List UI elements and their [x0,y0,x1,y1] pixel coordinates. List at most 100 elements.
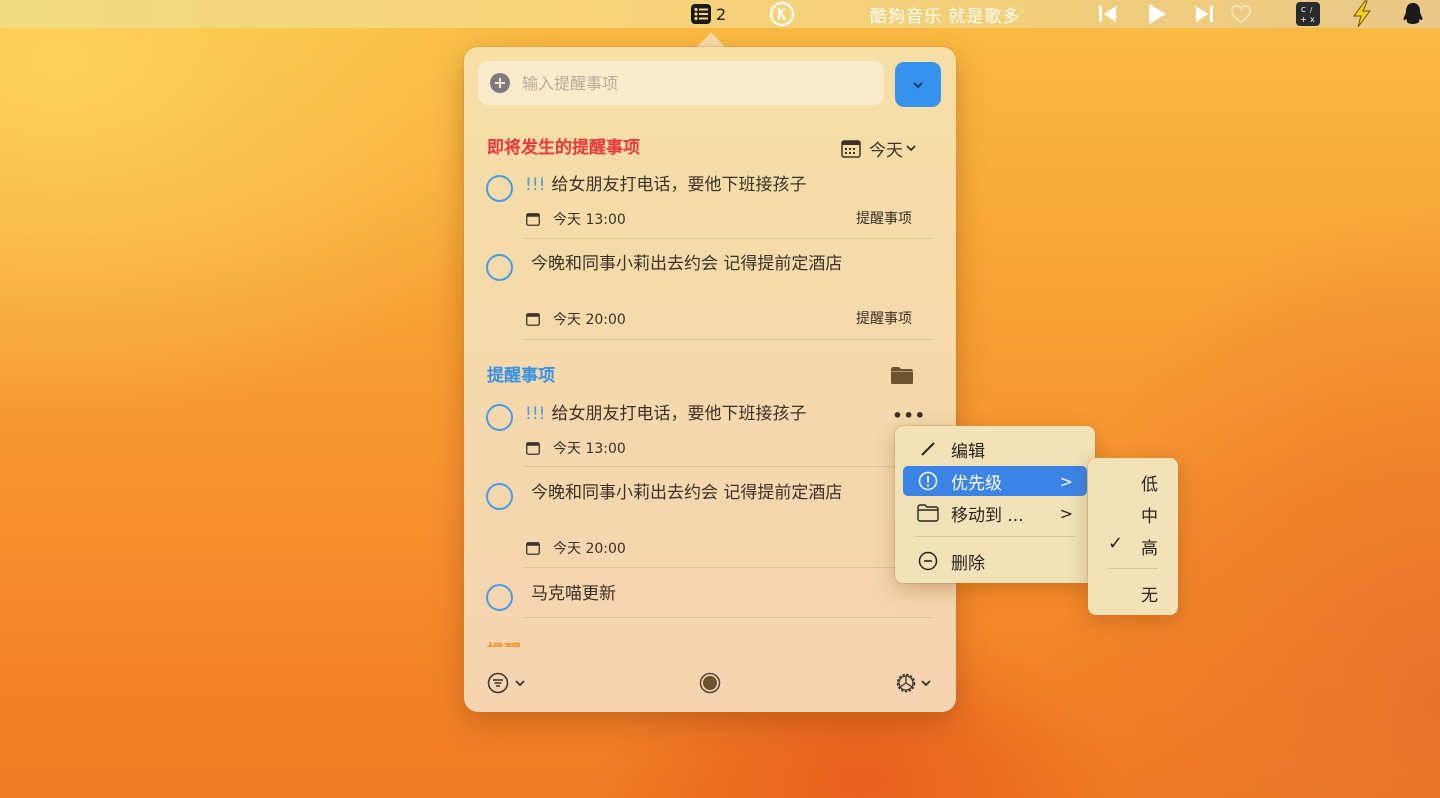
task-title-text: 今晚和同事小莉出去约会 记得提前定酒店 [531,483,843,503]
task-due: 今天 13:00 [526,438,626,458]
task-title[interactable]: 马克喵更新 [525,583,855,606]
menu-item-edit[interactable]: 编辑 [903,434,1087,464]
menu-item-delete[interactable]: 删除 [903,546,1087,576]
priority-medium[interactable]: 中 [1141,502,1158,527]
due-text: 今天 13:00 [553,441,626,457]
next-section-title: 提醒 [487,637,521,647]
task-title[interactable]: !!! 给女朋友打电话，要他下班接孩子 [525,403,855,426]
previous-track-icon[interactable] [1097,0,1119,28]
bottom-toolbar [464,652,956,712]
divider [524,339,932,340]
calculator-icon[interactable]: C / + x [1296,0,1320,28]
new-reminder-input[interactable] [522,73,862,93]
task-list-name: 提醒事项 [856,311,912,327]
svg-text:+: + [1300,15,1307,24]
reminders-menubar-item[interactable]: 2 [690,0,726,28]
task-title[interactable]: 今晚和同事小莉出去约会 记得提前定酒店 [525,482,855,505]
calendar-icon [526,212,540,226]
priority-marker: !!! [525,404,546,424]
more-options-button[interactable]: ••• [892,406,926,425]
settings-menu-button[interactable] [895,672,931,694]
reminder-task: 马克喵更新 [486,580,932,620]
reminders-section-title: 提醒事项 [487,366,555,386]
lightning-icon[interactable] [1350,0,1374,28]
folder-icon [917,504,939,522]
calendar-icon [841,139,861,158]
submenu-arrow-icon: > [1059,503,1073,523]
task-title-text: 今晚和同事小莉出去约会 记得提前定酒店 [531,254,843,274]
heart-icon[interactable] [1230,0,1252,28]
chevron-down-icon [906,145,916,152]
menu-divider [1108,568,1158,569]
new-reminder-field[interactable]: + [478,61,884,105]
menu-item-priority[interactable]: 优先级 > [903,466,1087,496]
calendar-icon [526,541,540,555]
complete-checkbox[interactable] [486,483,513,510]
due-text: 今天 20:00 [553,541,626,557]
complete-checkbox[interactable] [486,175,513,202]
task-title-text: 马克喵更新 [531,584,616,604]
reminders-count: 2 [716,4,727,24]
due-text: 今天 20:00 [553,312,626,328]
filter-menu-button[interactable] [487,672,525,694]
complete-checkbox[interactable] [486,584,513,611]
date-filter-label: 今天 [869,141,903,161]
chevron-down-icon [913,81,923,88]
due-text: 今天 13:00 [553,212,626,228]
task-title-text: 给女朋友打电话，要他下班接孩子 [551,175,807,195]
upcoming-task: !!! 给女朋友打电话，要他下班接孩子 今天 13:00 提醒事项 [486,171,932,241]
kugou-k-icon[interactable] [769,0,795,28]
reminder-task: 今晚和同事小莉出去约会 记得提前定酒店 今天 20:00 [486,479,932,573]
upcoming-section-title: 即将发生的提醒事项 [487,138,640,158]
task-list-name: 提醒事项 [856,211,912,227]
filter-icon [487,672,509,694]
music-now-playing[interactable]: 酷狗音乐 就是歌多 [870,0,1020,28]
settings-icon [896,673,916,693]
divider [524,238,932,239]
divider [524,617,932,618]
menu-item-label: 优先级 [951,473,1002,494]
task-title[interactable]: !!! 给女朋友打电话，要他下班接孩子 [525,174,855,197]
list-selector-button[interactable] [895,62,941,107]
next-track-icon[interactable] [1193,0,1215,28]
task-due: 今天 20:00 [526,309,626,329]
menu-bar: 2 酷狗音乐 就是歌多 C / + x [0,0,1440,28]
divider [524,466,932,467]
task-due: 今天 20:00 [526,538,626,558]
play-icon[interactable] [1146,0,1168,28]
calendar-icon [526,441,540,455]
priority-low[interactable]: 低 [1141,470,1158,495]
record-button[interactable] [699,672,721,694]
chevron-down-icon [921,679,931,686]
submenu-arrow-icon: > [1059,471,1073,491]
pencil-icon [917,441,939,457]
menu-divider [915,536,1075,537]
task-title[interactable]: 今晚和同事小莉出去约会 记得提前定酒店 [525,253,855,276]
priority-none[interactable]: 无 [1141,581,1158,606]
qq-penguin-icon[interactable] [1402,0,1424,28]
reminders-popover: + 即将发生的提醒事项 今天 !!!给女朋友打电话，要他下班接孩子 今天 13:… [464,47,956,712]
chevron-down-icon [515,679,525,686]
priority-high[interactable]: 高 [1141,534,1158,559]
minus-circle-icon [917,551,939,571]
reminder-task: !!! 给女朋友打电话，要他下班接孩子 ••• 今天 13:00 [486,400,932,470]
menu-item-label: 编辑 [951,441,985,462]
upcoming-task: 今晚和同事小莉出去约会 记得提前定酒店 今天 20:00 提醒事项 [486,250,932,344]
task-due: 今天 13:00 [526,209,626,229]
complete-checkbox[interactable] [486,404,513,431]
complete-checkbox[interactable] [486,254,513,281]
date-filter-dropdown[interactable]: 今天 [841,136,916,161]
reminders-list-icon [691,4,711,24]
checkmark-icon: ✓ [1108,533,1124,554]
calendar-icon [526,312,540,326]
menu-item-label: 移动到 ... [951,505,1024,526]
add-circle-icon: + [490,73,510,93]
task-title-text: 给女朋友打电话，要他下班接孩子 [551,404,807,424]
menu-item-move-to[interactable]: 移动到 ... > [903,498,1087,528]
task-context-menu: 编辑 优先级 > 移动到 ... > 删除 [895,426,1095,583]
priority-submenu: 低 中 ✓ 高 无 [1088,458,1178,615]
folder-icon[interactable] [890,366,914,385]
divider [524,567,932,568]
record-icon [699,672,721,694]
menu-item-label: 删除 [951,553,985,574]
